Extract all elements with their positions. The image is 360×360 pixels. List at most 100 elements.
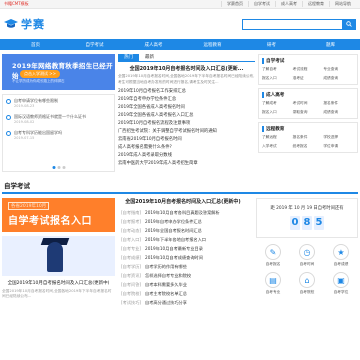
section-headline[interactable]: 全国2019年10月自考报名时间及入口汇总(更新中) — [121, 198, 245, 205]
news-item[interactable]: 成人高考报名需要什么条件? — [118, 144, 255, 152]
list-item[interactable]: [自考资讯] 怎样选择自考专业和院校 — [121, 271, 245, 280]
search-input[interactable] — [242, 18, 342, 30]
news-item[interactable]: 2019年10月自考报名流程及注意事项 — [118, 120, 255, 128]
item-tag: [自考指南] — [121, 210, 142, 215]
quick-link[interactable]: 成绩查询 — [323, 110, 354, 115]
enroll-banner[interactable]: 2019年网络教育秋季招生已经开始 点击入学测试 >> 不让学历成为你成长路上的… — [2, 54, 115, 90]
logo[interactable]: 学赛 — [4, 16, 45, 32]
news-item[interactable]: 2019年成人高考录取分数线 — [118, 152, 255, 160]
nav-graduate[interactable]: 研考 — [242, 42, 301, 48]
quick-link[interactable]: 专业查询 — [323, 67, 354, 72]
pager-dot[interactable] — [62, 166, 65, 169]
quick-link[interactable]: 学校选择 — [323, 135, 354, 140]
quick-link[interactable]: 报名条件 — [293, 135, 324, 140]
nav-self-exam[interactable]: 自学考试 — [65, 42, 124, 48]
item-tag: [自考学历] — [121, 264, 142, 269]
list-item[interactable]: [自考专业] 2019年10月自考最新专业目录 — [121, 244, 245, 253]
list-item[interactable]: [自考指南] 2019年10月自考各科目真题及答案解析 — [121, 208, 245, 217]
quick-link[interactable]: 考试流程 — [293, 67, 324, 72]
top-section: 2019年网络教育秋季招生已经开始 点击入学测试 >> 不让学历成为你成长路上的… — [0, 50, 360, 172]
top-bar: 书籍CMT模板 学赛首页 自学考试 成人高考 远程教育 网站导航 — [0, 0, 360, 9]
search-button[interactable] — [342, 18, 356, 30]
service-major[interactable]: ▤ 自考专业 — [256, 272, 290, 295]
item-title: 自考学历的作用有哪些 — [145, 264, 187, 269]
pager-dot[interactable] — [57, 166, 60, 169]
nav-distance[interactable]: 远程教育 — [183, 42, 242, 48]
pager-dot[interactable] — [52, 166, 55, 169]
item-title: 2019年10月自考成绩查询时间 — [145, 255, 203, 260]
exam-banner[interactable]: 各省2019年10月 自学考试报名入口 — [2, 198, 115, 232]
service-degree[interactable]: ▣ 自考学位 — [324, 272, 358, 295]
list-item[interactable]: [考试技巧] 自考高分通过技巧分享 — [121, 298, 245, 307]
service-label: 自考报名 — [265, 262, 281, 266]
list-item[interactable]: 自考专科学历能出国留学吗 2019-07-15 — [6, 130, 111, 140]
service-score[interactable]: ★ 自考成绩 — [324, 244, 358, 267]
nav-adult-exam[interactable]: 成人高考 — [124, 42, 183, 48]
list-item[interactable]: [自考动态] 2019年全国自考报名时间汇总 — [121, 226, 245, 235]
quick-link[interactable]: 录取查询 — [293, 110, 324, 115]
top-link-distance[interactable]: 远程教育 — [302, 1, 329, 7]
item-title: 自考主考院校名单汇总 — [145, 291, 187, 296]
item-tag: [自考院校] — [121, 291, 142, 296]
countdown-digits: 0 8 5 — [257, 216, 357, 230]
list-item[interactable]: [自考成绩] 2019年10月自考成绩查询时间 — [121, 253, 245, 262]
banner-button[interactable]: 点击入学测试 >> — [20, 70, 60, 78]
quick-link[interactable]: 统考报名 — [293, 144, 324, 149]
tab-hot[interactable]: 热门 — [118, 54, 139, 61]
service-label: 自考时间 — [299, 262, 315, 266]
quick-link[interactable]: 成绩查询 — [323, 76, 354, 81]
item-title: 2019年10月自考最新专业目录 — [145, 246, 203, 251]
list-item[interactable]: [自考问答] 自考本科需要多久毕业 — [121, 280, 245, 289]
quick-link[interactable]: 入学考试 — [262, 144, 293, 149]
news-item[interactable]: 2019年全国各省成人高考报名入口汇总 — [118, 112, 255, 120]
news-item[interactable]: 广西招生考试院：关于调整自学考试报名时间的通知 — [118, 128, 255, 136]
graduate-figure — [47, 242, 63, 272]
news-item[interactable]: 云南中医药大学2019年成人高考招生简章 — [118, 160, 255, 168]
list-item[interactable]: [自考学历] 自考学历的作用有哪些 — [121, 262, 245, 271]
list-item[interactable]: [自考入口] 2019年下半年各地自考报名入口 — [121, 235, 245, 244]
bottom-news-title[interactable]: 全国2019年10月自考报名时间及入口汇总(更新中) — [2, 280, 115, 286]
news-item[interactable]: 2019年10月自考报名工作安排汇总 — [118, 88, 255, 96]
carousel-pager — [52, 166, 65, 169]
news-item[interactable]: 云南省2019年10月自考报名时间 — [118, 136, 255, 144]
quick-link[interactable]: 考试时间 — [293, 101, 324, 106]
quick-link[interactable]: 报名条件 — [323, 101, 354, 106]
quick-link[interactable]: 准考证 — [293, 76, 324, 81]
item-tag: [自考资讯] — [121, 273, 142, 278]
quick-link[interactable]: 了解自考 — [262, 67, 293, 72]
score-icon: ★ — [333, 244, 349, 260]
item-title: 2019年全国自考报名时间汇总 — [145, 228, 202, 233]
news-item[interactable]: 2019年自考申办学位条件汇总 — [118, 96, 255, 104]
header: 学赛 — [0, 9, 360, 39]
news-item[interactable]: 2019年全国各省成人高考报名时间 — [118, 104, 255, 112]
nav-home[interactable]: 首页 — [6, 42, 65, 48]
service-time[interactable]: ◷ 自考时间 — [290, 244, 324, 267]
top-link-self-exam[interactable]: 自学考试 — [248, 1, 275, 7]
top-link-sitemap[interactable]: 网站导航 — [329, 1, 356, 7]
headline[interactable]: 全国2019年10月自考报名时间及入口汇总(更新... — [118, 65, 255, 72]
tab-latest[interactable]: 最新 — [139, 54, 160, 61]
quick-link[interactable]: 报名入口 — [262, 110, 293, 115]
nav-question-bank[interactable]: 题库 — [301, 42, 360, 48]
quick-link[interactable]: 学位申请 — [323, 144, 354, 149]
graduate-image[interactable] — [2, 236, 115, 276]
quick-link[interactable]: 了解成考 — [262, 101, 293, 106]
note-date: 2019-08-02 — [14, 120, 35, 124]
list-item[interactable]: 国际汉语教师资格证书就是一个什么证书 2019-08-02 — [6, 114, 111, 124]
list-item[interactable]: [自考报考] 2019年自考申办学位条件汇总 — [121, 217, 245, 226]
school-icon: ⌂ — [299, 272, 315, 288]
quick-link[interactable]: 了解远程 — [262, 135, 293, 140]
top-link-adult-exam[interactable]: 成人高考 — [275, 1, 302, 7]
search-box — [242, 18, 356, 30]
search-icon — [346, 21, 352, 27]
list-item[interactable]: [自考院校] 自考主考院校名单汇总 — [121, 289, 245, 298]
service-school[interactable]: ⌂ 自考院校 — [290, 272, 324, 295]
news-list: 2019年10月自考报名工作安排汇总 2019年自考申办学位条件汇总 2019年… — [118, 88, 255, 168]
top-link-home[interactable]: 学赛首页 — [221, 1, 248, 7]
list-item[interactable]: 自考申请学位有哪些限制 2019-08-23 — [6, 98, 111, 108]
top-links: 学赛首页 自学考试 成人高考 远程教育 网站导航 — [221, 1, 356, 7]
service-register[interactable]: ✎ 自考报名 — [256, 244, 290, 267]
distance-edu-box: 远程教育 了解远程 报名条件 学校选择 入学考试 统考报名 学位申请 — [258, 122, 358, 153]
quick-link[interactable]: 报名入口 — [262, 76, 293, 81]
top-notice[interactable]: 书籍CMT模板 — [4, 1, 29, 7]
